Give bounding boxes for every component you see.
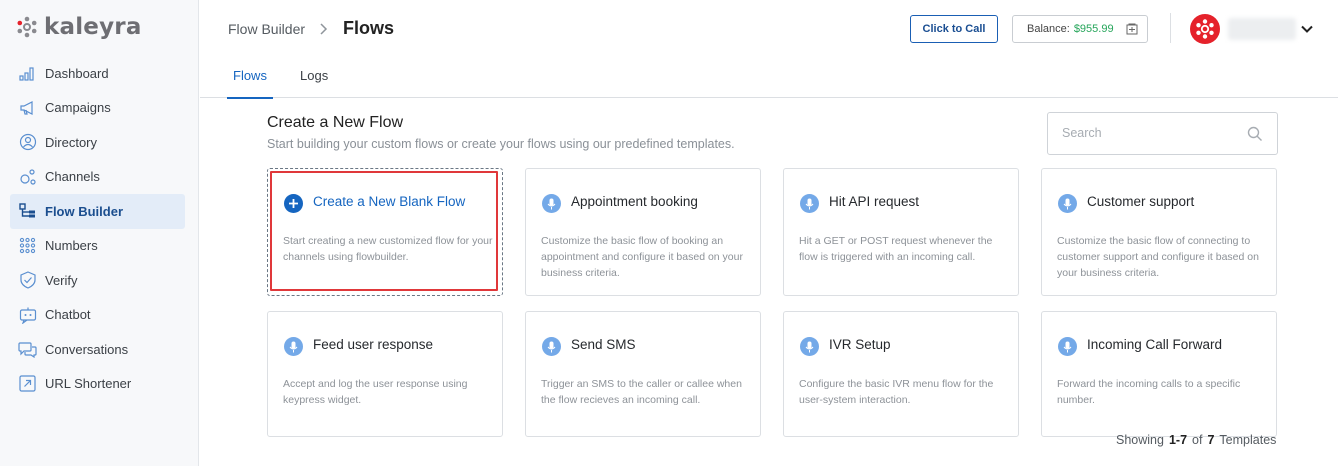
- search-input[interactable]: [1062, 126, 1232, 140]
- tab-flows[interactable]: Flows: [227, 68, 273, 99]
- logo-text: kaleyra: [44, 14, 142, 40]
- chevron-right-icon: [320, 22, 328, 35]
- card-description: Start creating a new customized flow for…: [283, 235, 493, 263]
- showing-of: of: [1192, 433, 1203, 447]
- microphone-icon: [542, 194, 561, 213]
- bar-chart-icon: [18, 64, 37, 83]
- search-box: [1047, 112, 1278, 155]
- sidebar-nav: Dashboard Campaigns Directory Channels F…: [10, 56, 185, 401]
- channels-icon: [18, 167, 37, 186]
- tab-bar: Flows Logs: [200, 56, 1338, 99]
- showing-total: 7: [1207, 433, 1215, 447]
- link-icon: [18, 374, 37, 393]
- megaphone-icon: [18, 98, 37, 117]
- sidebar-item-campaigns[interactable]: Campaigns: [10, 91, 185, 126]
- card-description: Accept and log the user response using k…: [283, 378, 468, 406]
- microphone-icon: [284, 337, 303, 356]
- sidebar-item-label: Dashboard: [45, 65, 109, 81]
- card-description: Configure the basic IVR menu flow for th…: [799, 378, 994, 406]
- header-divider: [1170, 13, 1171, 43]
- kaleyra-logo-icon: [17, 16, 37, 38]
- chatbot-icon: [18, 305, 37, 324]
- sidebar-item-label: Conversations: [45, 341, 129, 357]
- card-title: Hit API request: [829, 194, 920, 209]
- card-description: Trigger an SMS to the caller or callee w…: [541, 378, 742, 406]
- card-appointment-booking[interactable]: Appointment booking Customize the basic …: [525, 168, 761, 296]
- card-title: IVR Setup: [829, 337, 891, 352]
- flow-icon: [18, 202, 37, 221]
- dial-pad-icon: [18, 236, 37, 255]
- sidebar-item-conversations[interactable]: Conversations: [10, 332, 185, 367]
- sidebar-item-label: Chatbot: [45, 307, 91, 323]
- card-create-blank-flow[interactable]: Create a New Blank Flow Start creating a…: [267, 168, 503, 296]
- sidebar-item-label: Campaigns: [45, 100, 111, 116]
- card-title: Feed user response: [313, 337, 434, 352]
- microphone-icon: [1058, 337, 1077, 356]
- showing-suffix: Templates: [1219, 433, 1277, 447]
- card-hit-api-request[interactable]: Hit API request Hit a GET or POST reques…: [783, 168, 1019, 296]
- chat-bubbles-icon: [18, 340, 37, 359]
- sidebar-item-channels[interactable]: Channels: [10, 160, 185, 195]
- sidebar-item-label: URL Shortener: [45, 376, 132, 392]
- page-title: Flows: [343, 18, 395, 38]
- sidebar-item-verify[interactable]: Verify: [10, 263, 185, 298]
- pagination-summary: Showing 1-7 of 7 Templates: [1116, 433, 1276, 447]
- top-header: Flow Builder Flows Click to Call Balance…: [200, 0, 1338, 56]
- card-send-sms[interactable]: Send SMS Trigger an SMS to the caller or…: [525, 311, 761, 437]
- sidebar-item-label: Directory: [45, 134, 98, 150]
- shield-check-icon: [18, 271, 37, 290]
- sidebar-item-flow-builder[interactable]: Flow Builder: [10, 194, 185, 229]
- card-title: Customer support: [1087, 194, 1195, 209]
- balance-widget[interactable]: Balance: $955.99: [1012, 15, 1148, 43]
- sidebar-item-url-shortener[interactable]: URL Shortener: [10, 367, 185, 402]
- card-title: Create a New Blank Flow: [313, 194, 466, 209]
- sidebar: kaleyra Dashboard Campaigns Directory Ch…: [0, 0, 199, 466]
- sidebar-item-label: Verify: [45, 272, 78, 288]
- card-description: Customize the basic flow of booking an a…: [541, 235, 743, 279]
- balance-amount: $955.99: [1073, 23, 1114, 35]
- section-subtitle: Start building your custom flows or crea…: [267, 137, 735, 151]
- search-icon[interactable]: [1247, 126, 1263, 142]
- app-root: kaleyra Dashboard Campaigns Directory Ch…: [0, 0, 1338, 466]
- showing-range: 1-7: [1168, 433, 1188, 447]
- breadcrumb: Flow Builder Flows: [228, 18, 394, 39]
- card-description: Forward the incoming calls to a specific…: [1057, 378, 1241, 406]
- card-description: Customize the basic flow of connecting t…: [1057, 235, 1259, 279]
- card-customer-support[interactable]: Customer support Customize the basic flo…: [1041, 168, 1277, 296]
- balance-label: Balance:: [1027, 23, 1070, 35]
- card-incoming-call-forward[interactable]: Incoming Call Forward Forward the incomi…: [1041, 311, 1277, 437]
- avatar[interactable]: [1190, 14, 1220, 44]
- kaleyra-avatar-icon: [1196, 19, 1214, 39]
- chevron-down-icon[interactable]: [1300, 22, 1314, 36]
- sidebar-item-label: Numbers: [45, 238, 98, 254]
- card-title: Appointment booking: [571, 194, 698, 209]
- sidebar-item-directory[interactable]: Directory: [10, 125, 185, 160]
- microphone-icon: [1058, 194, 1077, 213]
- tab-logs[interactable]: Logs: [300, 68, 328, 97]
- click-to-call-button[interactable]: Click to Call: [910, 15, 998, 43]
- card-description: Hit a GET or POST request whenever the f…: [799, 235, 993, 263]
- microphone-icon: [800, 337, 819, 356]
- card-feed-user-response[interactable]: Feed user response Accept and log the us…: [267, 311, 503, 437]
- sidebar-item-numbers[interactable]: Numbers: [10, 229, 185, 264]
- user-name-redacted[interactable]: [1228, 18, 1296, 40]
- plus-icon: [284, 194, 303, 213]
- add-funds-icon[interactable]: [1126, 23, 1138, 35]
- card-title: Incoming Call Forward: [1087, 337, 1223, 352]
- kaleyra-logo[interactable]: kaleyra: [16, 12, 142, 42]
- sidebar-item-chatbot[interactable]: Chatbot: [10, 298, 185, 333]
- showing-prefix: Showing: [1116, 433, 1164, 447]
- sidebar-item-dashboard[interactable]: Dashboard: [10, 56, 185, 91]
- section-title: Create a New Flow: [267, 114, 404, 131]
- sidebar-item-label: Flow Builder: [45, 203, 123, 219]
- contact-icon: [18, 133, 37, 152]
- breadcrumb-parent[interactable]: Flow Builder: [228, 21, 305, 37]
- sidebar-item-label: Channels: [45, 169, 100, 185]
- microphone-icon: [542, 337, 561, 356]
- microphone-icon: [800, 194, 819, 213]
- card-title: Send SMS: [571, 337, 636, 352]
- card-ivr-setup[interactable]: IVR Setup Configure the basic IVR menu f…: [783, 311, 1019, 437]
